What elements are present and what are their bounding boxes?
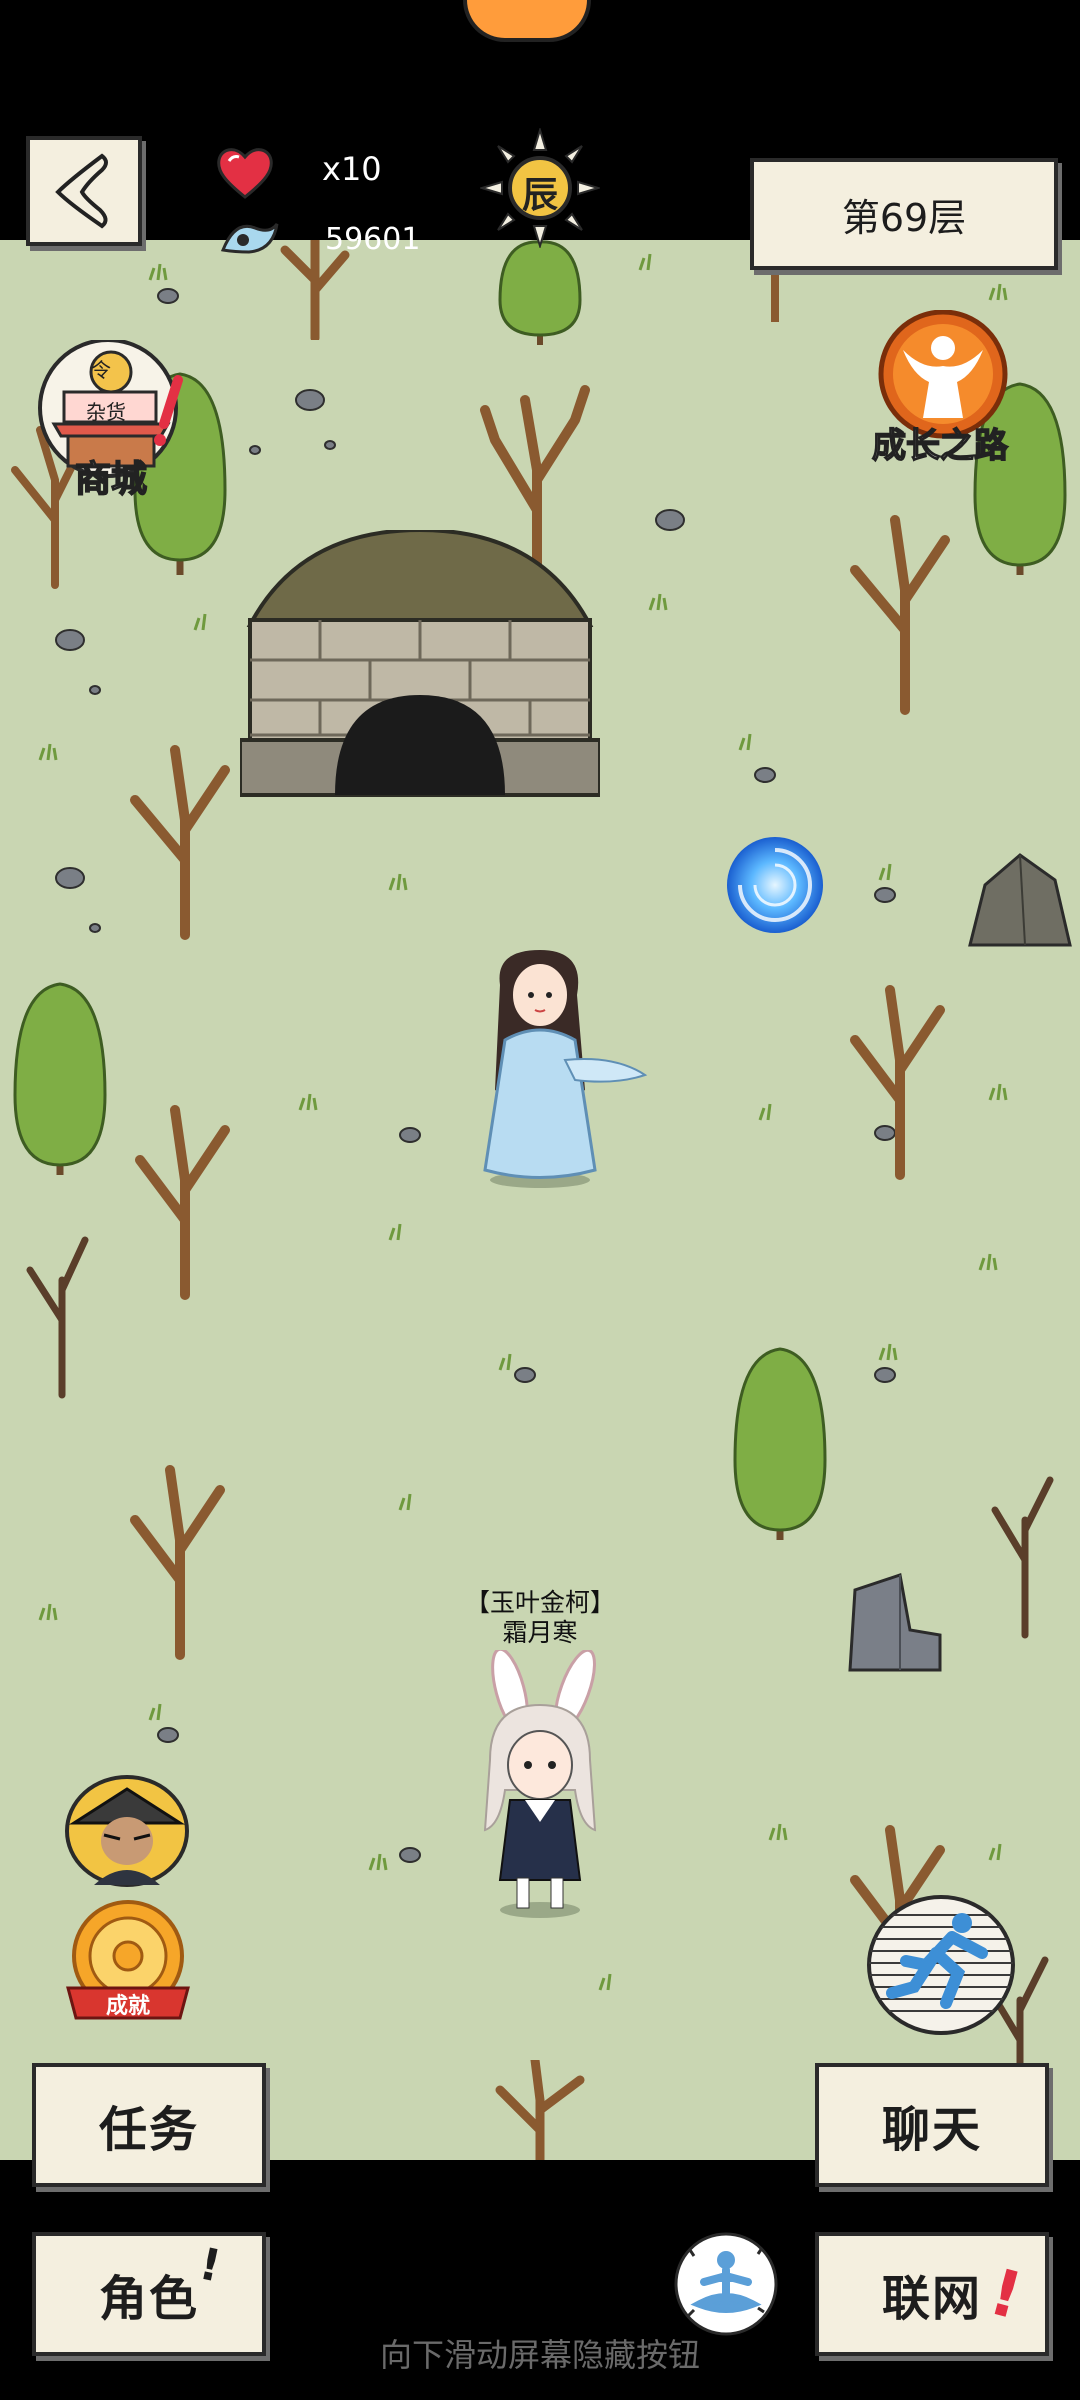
time-glyph: 辰 — [521, 175, 558, 216]
player-name: 霜月寒 — [502, 1618, 578, 1647]
network-alert-mark: ! — [981, 2255, 1030, 2335]
currency-count: 59601 — [325, 222, 421, 257]
shop-sign: 杂货 — [86, 400, 126, 424]
achievement-button[interactable]: 成就 — [62, 1900, 194, 2022]
bare-tree — [26, 1236, 89, 1399]
npc-character[interactable] — [455, 950, 655, 1190]
green-tree — [13, 982, 107, 1175]
shop-label: 商城 — [74, 458, 148, 501]
top-notch-badge — [463, 0, 591, 42]
meditate-button[interactable] — [672, 2230, 780, 2338]
growth-shortcut[interactable]: 成长之路 — [860, 310, 1020, 470]
bare-tree — [850, 985, 945, 1180]
tasks-label: 任务 — [98, 2102, 199, 2158]
bare-tree — [130, 745, 230, 940]
hide-buttons-hint: 向下滑动屏幕隐藏按钮 — [379, 2336, 700, 2374]
player-title: 【玉叶金柯】 — [464, 1588, 615, 1617]
bare-tree — [495, 2060, 585, 2160]
back-button[interactable] — [26, 136, 142, 246]
achievement-label: 成就 — [105, 1994, 150, 2019]
rock — [848, 1573, 942, 1672]
hero-avatar-button[interactable] — [64, 1775, 190, 1887]
bare-tree — [850, 515, 950, 715]
sprint-button[interactable] — [866, 1895, 1016, 2035]
bare-tree — [130, 1465, 225, 1660]
player-title-tag: 【玉叶金柯】 霜月寒 — [440, 1588, 640, 1648]
chat-button[interactable]: 聊天 — [815, 2063, 1049, 2187]
network-label: 联网 — [881, 2271, 982, 2327]
floor-label: 第69层 — [841, 195, 967, 240]
bare-tree — [991, 1476, 1054, 1639]
running-figure-icon — [867, 1895, 1015, 2035]
green-tree — [733, 1347, 827, 1540]
avatar — [65, 1775, 189, 1887]
tasks-button[interactable]: 任务 — [32, 2063, 266, 2187]
shop-top-glyph: 令 — [91, 358, 111, 382]
green-tree — [498, 240, 582, 345]
chat-label: 聊天 — [881, 2102, 982, 2158]
growth-label: 成长之路 — [871, 425, 1009, 467]
rock — [968, 853, 1072, 947]
spirit-wave-icon — [220, 223, 279, 254]
player-character[interactable] — [455, 1650, 625, 1920]
cave-hut[interactable] — [240, 530, 600, 800]
meditation-figure-icon — [674, 2232, 778, 2336]
character-alert-mark: ! — [194, 2238, 226, 2293]
bare-tree — [135, 1105, 230, 1300]
portal[interactable] — [720, 830, 830, 940]
floor-indicator: 第69层 — [750, 158, 1058, 270]
shop-shortcut[interactable]: 令 杂货 商城 — [36, 340, 186, 501]
time-sun-badge: 辰 — [480, 128, 600, 248]
character-label: 角色 — [98, 2271, 199, 2327]
back-arrow-icon — [55, 153, 108, 229]
lives-count: x10 — [322, 150, 382, 188]
heart-icon — [217, 148, 273, 199]
